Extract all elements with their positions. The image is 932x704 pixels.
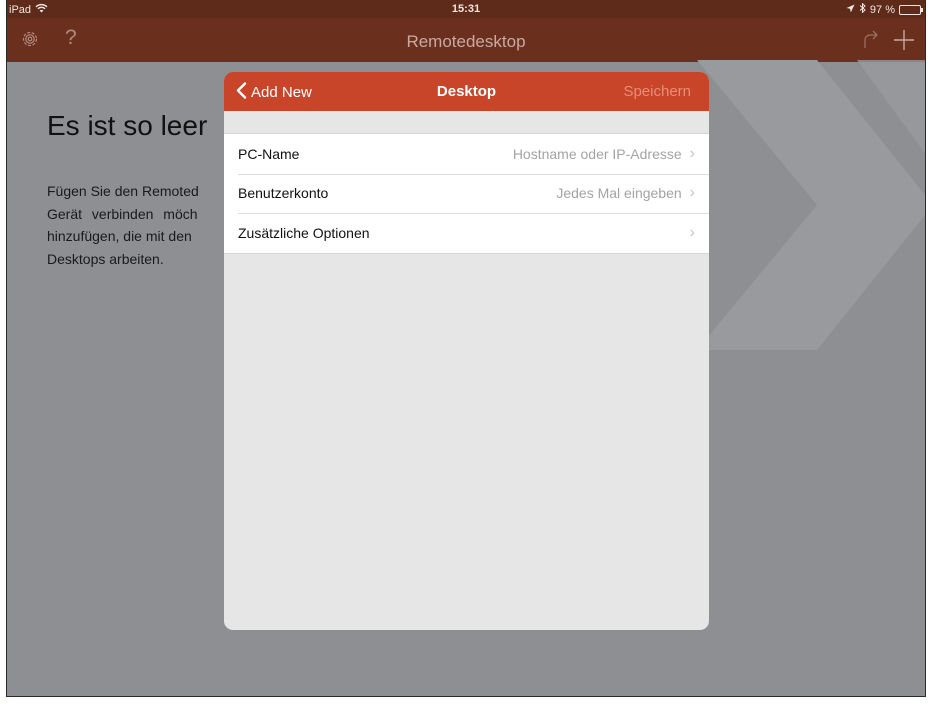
status-bar: iPad 15:31 97 % (7, 0, 925, 18)
plus-icon[interactable] (893, 29, 915, 56)
bluetooth-icon (859, 2, 866, 16)
chevron-right-icon: › (689, 144, 695, 162)
status-time: 15:31 (451, 3, 481, 15)
row-value: Hostname oder IP-Adresse (512, 145, 682, 162)
save-button[interactable]: Speichern (623, 83, 691, 100)
empty-state-heading: Es ist so leer (47, 110, 208, 141)
row-value: Jedes Mal eingeben (556, 185, 682, 202)
add-desktop-modal: Add New Desktop Speichern PC-Name Hostna… (224, 72, 709, 630)
location-icon (846, 4, 855, 16)
additional-options-row[interactable]: Zusätzliche Optionen › (224, 213, 709, 253)
modal-header: Add New Desktop Speichern (224, 72, 709, 111)
app-title: Remotedesktop (406, 32, 526, 51)
desktop-settings-list: PC-Name Hostname oder IP-Adresse › Benut… (224, 133, 709, 254)
row-label: Zusätzliche Optionen (238, 224, 370, 241)
battery-icon (899, 4, 923, 15)
row-label: Benutzerkonto (238, 185, 329, 202)
pc-name-row[interactable]: PC-Name Hostname oder IP-Adresse › (224, 134, 709, 174)
nav-bar: ? Remotedesktop (7, 18, 925, 62)
ipad-screen: iPad 15:31 97 % ? Remotedesktop Es ist s… (6, 0, 926, 697)
battery-percent: 97 % (869, 3, 895, 16)
chevron-right-icon: › (689, 223, 695, 241)
background-chevron-graphic (697, 60, 925, 465)
chevron-right-icon: › (689, 184, 695, 202)
row-label: PC-Name (238, 145, 300, 162)
user-account-row[interactable]: Benutzerkonto Jedes Mal eingeben › (224, 173, 709, 214)
share-icon[interactable] (861, 30, 881, 55)
